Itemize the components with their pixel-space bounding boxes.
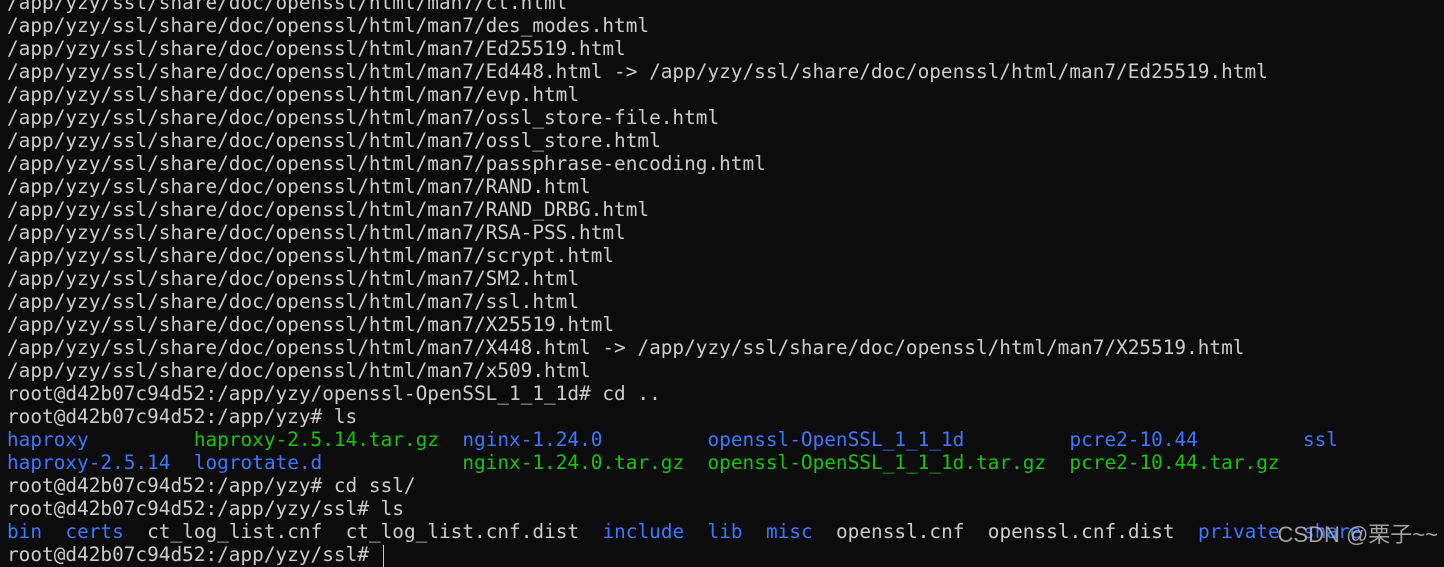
text-segment xyxy=(1175,520,1198,543)
text-segment: /app/yzy/ssl/share/doc/openssl/html/man7… xyxy=(7,290,580,313)
text-segment xyxy=(89,428,194,451)
text-segment: /app/yzy/ssl/share/doc/openssl/html/man7… xyxy=(7,313,615,336)
directory-entry: haproxy xyxy=(7,428,89,451)
text-segment xyxy=(1198,428,1303,451)
prompt-line[interactable]: root@d42b07c94d52:/app/yzy/ssl# xyxy=(7,543,1361,567)
text-segment: /app/yzy/ssl/share/doc/openssl/html/man7… xyxy=(7,175,591,198)
text-segment: /app/yzy/ssl/share/doc/openssl/html/man7… xyxy=(7,267,580,290)
directory-entry: nginx-1.24.0 xyxy=(462,428,603,451)
text-segment: /app/yzy/ssl/share/doc/openssl/html/man7… xyxy=(7,37,626,60)
text-segment xyxy=(602,428,707,451)
text-segment: /app/yzy/ssl/share/doc/openssl/html/man7… xyxy=(7,244,615,267)
text-segment xyxy=(684,520,707,543)
text-segment: /app/yzy/ssl/share/doc/openssl/html/man7… xyxy=(7,0,568,14)
terminal-line: /app/yzy/ssl/share/doc/openssl/html/man7… xyxy=(7,83,1361,106)
terminal-lines: /app/yzy/ssl/share/doc/openssl/html/man7… xyxy=(7,0,1361,543)
terminal-line: /app/yzy/ssl/share/doc/openssl/html/man7… xyxy=(7,14,1361,37)
text-segment: root@d42b07c94d52:/app/yzy# ls xyxy=(7,405,358,428)
text-segment xyxy=(743,520,766,543)
archive-entry: pcre2-10.44.tar.gz xyxy=(1069,451,1280,474)
directory-entry: logrotate.d xyxy=(193,451,323,474)
directory-entry: openssl-OpenSSL_1_1_1d xyxy=(707,428,965,451)
text-segment: /app/yzy/ssl/share/doc/openssl/html/man7… xyxy=(7,198,650,221)
text-segment: root@d42b07c94d52:/app/yzy# cd ssl/ xyxy=(7,474,416,497)
terminal-line: haproxy-2.5.14 logrotate.d nginx-1.24.0.… xyxy=(7,451,1361,474)
terminal-line: /app/yzy/ssl/share/doc/openssl/html/man7… xyxy=(7,221,1361,244)
terminal-line: /app/yzy/ssl/share/doc/openssl/html/man7… xyxy=(7,106,1361,129)
terminal-line: /app/yzy/ssl/share/doc/openssl/html/man7… xyxy=(7,290,1361,313)
text-cursor xyxy=(382,544,384,567)
directory-entry: bin xyxy=(7,520,43,543)
text-segment xyxy=(170,451,193,474)
terminal-line: root@d42b07c94d52:/app/yzy/ssl# ls xyxy=(7,497,1361,520)
terminal-line: /app/yzy/ssl/share/doc/openssl/html/man7… xyxy=(7,60,1361,83)
terminal-line: /app/yzy/ssl/share/doc/openssl/html/man7… xyxy=(7,267,1361,290)
terminal-line: root@d42b07c94d52:/app/yzy# ls xyxy=(7,405,1361,428)
text-segment xyxy=(684,451,707,474)
text-segment xyxy=(322,451,462,474)
terminal-output[interactable]: /app/yzy/ssl/share/doc/openssl/html/man7… xyxy=(7,0,1361,567)
archive-entry: nginx-1.24.0.tar.gz xyxy=(462,451,685,474)
text-segment: /app/yzy/ssl/share/doc/openssl/html/man7… xyxy=(7,359,591,382)
text-segment: ct_log_list.cnf.dist xyxy=(345,520,580,543)
terminal-line: /app/yzy/ssl/share/doc/openssl/html/man7… xyxy=(7,129,1361,152)
terminal-line: root@d42b07c94d52:/app/yzy/openssl-OpenS… xyxy=(7,382,1361,405)
directory-entry: include xyxy=(602,520,685,543)
text-segment: /app/yzy/ssl/share/doc/openssl/html/man7… xyxy=(7,60,1268,83)
terminal-line: /app/yzy/ssl/share/doc/openssl/html/man7… xyxy=(7,244,1361,267)
directory-entry: haproxy-2.5.14 xyxy=(7,451,171,474)
directory-entry: pcre2-10.44 xyxy=(1069,428,1198,451)
archive-entry: haproxy-2.5.14.tar.gz xyxy=(193,428,439,451)
text-segment xyxy=(322,520,345,543)
text-segment: root@d42b07c94d52:/app/yzy/openssl-OpenS… xyxy=(7,382,661,405)
text-segment: /app/yzy/ssl/share/doc/openssl/html/man7… xyxy=(7,152,766,175)
text-segment xyxy=(579,520,602,543)
text-segment xyxy=(813,520,836,543)
terminal-line: /app/yzy/ssl/share/doc/openssl/html/man7… xyxy=(7,175,1361,198)
directory-entry: private xyxy=(1197,520,1280,543)
text-segment: /app/yzy/ssl/share/doc/openssl/html/man7… xyxy=(7,83,580,106)
directory-entry: certs xyxy=(65,520,124,543)
text-segment xyxy=(964,428,1069,451)
text-segment xyxy=(439,428,462,451)
text-segment: openssl.cnf.dist xyxy=(987,520,1175,543)
text-segment: ct_log_list.cnf xyxy=(147,520,323,543)
text-segment: /app/yzy/ssl/share/doc/openssl/html/man7… xyxy=(7,336,1245,359)
terminal-line: bin certs ct_log_list.cnf ct_log_list.cn… xyxy=(7,520,1361,543)
terminal-line: /app/yzy/ssl/share/doc/openssl/html/man7… xyxy=(7,336,1361,359)
text-segment xyxy=(42,520,65,543)
text-segment: /app/yzy/ssl/share/doc/openssl/html/man7… xyxy=(7,221,626,244)
text-segment: root@d42b07c94d52:/app/yzy/ssl# ls xyxy=(7,497,404,520)
text-segment: openssl.cnf xyxy=(836,520,965,543)
terminal-line: /app/yzy/ssl/share/doc/openssl/html/man7… xyxy=(7,198,1361,221)
text-segment xyxy=(124,520,147,543)
terminal-line: root@d42b07c94d52:/app/yzy# cd ssl/ xyxy=(7,474,1361,497)
shell-prompt: root@d42b07c94d52:/app/yzy/ssl# xyxy=(7,543,381,566)
watermark: CSDN @栗子~~ xyxy=(1277,522,1438,547)
directory-entry: lib xyxy=(707,520,743,543)
text-segment: /app/yzy/ssl/share/doc/openssl/html/man7… xyxy=(7,129,661,152)
archive-entry: openssl-OpenSSL_1_1_1d.tar.gz xyxy=(707,451,1047,474)
terminal-line: /app/yzy/ssl/share/doc/openssl/html/man7… xyxy=(7,359,1361,382)
terminal-line: /app/yzy/ssl/share/doc/openssl/html/man7… xyxy=(7,313,1361,336)
terminal-line: /app/yzy/ssl/share/doc/openssl/html/man7… xyxy=(7,37,1361,60)
text-segment: /app/yzy/ssl/share/doc/openssl/html/man7… xyxy=(7,14,650,37)
directory-entry: misc xyxy=(765,520,813,543)
terminal-line: /app/yzy/ssl/share/doc/openssl/html/man7… xyxy=(7,0,1361,14)
terminal-line: haproxy haproxy-2.5.14.tar.gz nginx-1.24… xyxy=(7,428,1361,451)
text-segment xyxy=(1046,451,1069,474)
directory-entry: ssl xyxy=(1302,428,1338,451)
terminal-line: /app/yzy/ssl/share/doc/openssl/html/man7… xyxy=(7,152,1361,175)
text-segment xyxy=(964,520,987,543)
text-segment: /app/yzy/ssl/share/doc/openssl/html/man7… xyxy=(7,106,720,129)
